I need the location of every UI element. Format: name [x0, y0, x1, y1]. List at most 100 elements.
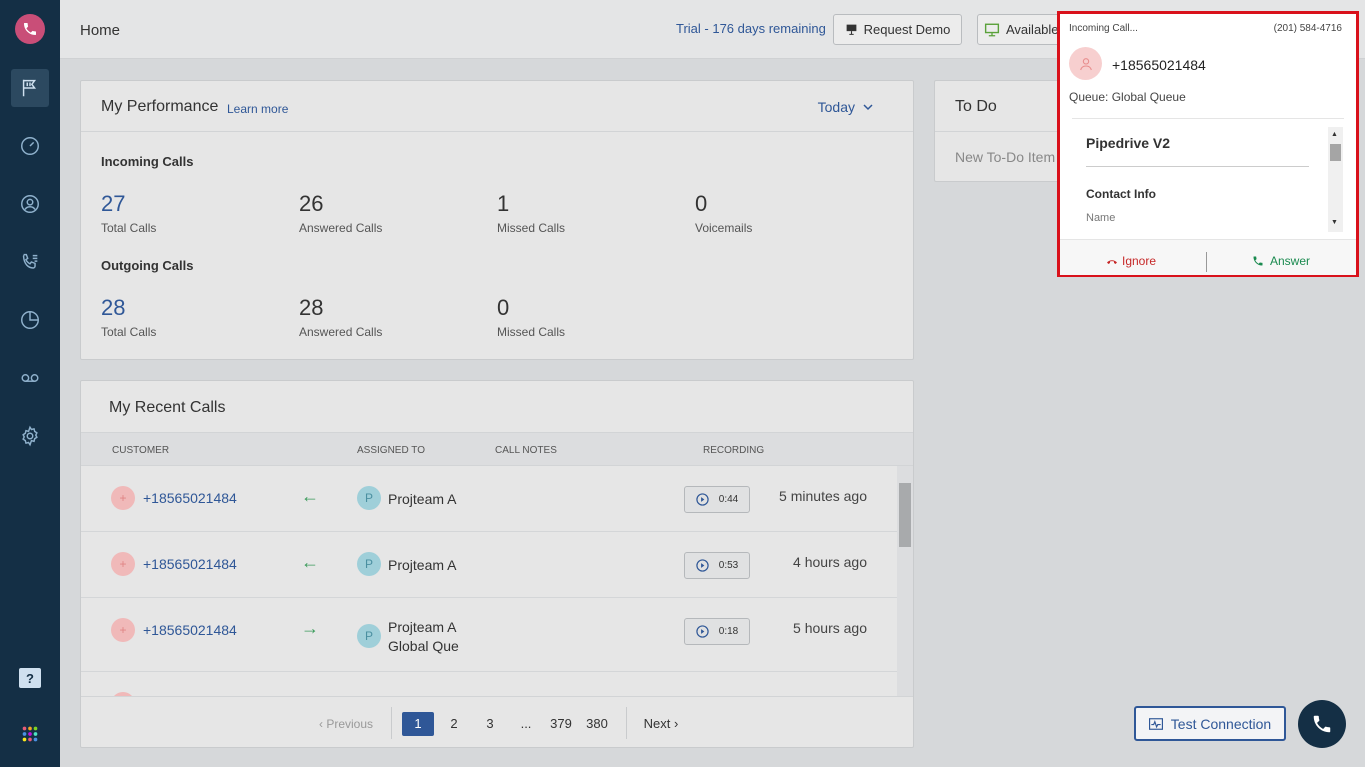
popup-actions: Ignore Answer — [1060, 239, 1356, 275]
customer-avatar: + — [111, 552, 135, 576]
nav-contacts[interactable] — [11, 185, 49, 223]
nav-analytics[interactable] — [11, 301, 49, 339]
nav-voicemail[interactable] — [11, 359, 49, 397]
pulse-icon — [1148, 717, 1163, 730]
incoming-total-stat[interactable]: 27 Total Calls — [101, 191, 156, 235]
apps-grid-button[interactable] — [11, 715, 49, 753]
call-time: 5 hours ago — [793, 620, 867, 636]
popup-divider — [1072, 118, 1344, 119]
dialer-button[interactable] — [1298, 700, 1346, 748]
stat-label: Answered Calls — [299, 325, 383, 339]
recording-duration: 0:18 — [718, 626, 739, 637]
period-dropdown[interactable]: Today — [818, 99, 873, 115]
availability-label: Available — [1006, 22, 1059, 37]
page-3-button[interactable]: 3 — [479, 712, 501, 736]
outgoing-total-stat[interactable]: 28 Total Calls — [101, 295, 156, 339]
pagination: ‹ Previous 1 2 3 ... 379 380 Next › — [81, 696, 913, 748]
customer-avatar: + — [111, 486, 135, 510]
customer-number[interactable]: +18565021484 — [143, 490, 237, 506]
col-recording: RECORDING — [703, 445, 765, 456]
nav-settings[interactable] — [11, 417, 49, 455]
stat-value: 28 — [101, 295, 126, 320]
learn-more-link[interactable]: Learn more — [227, 102, 288, 116]
outgoing-calls-label: Outgoing Calls — [101, 258, 194, 273]
previous-page-button[interactable]: ‹ Previous — [315, 712, 377, 736]
outgoing-missed-stat: 0 Missed Calls — [497, 295, 565, 339]
queue-label: Queue: Global Queue — [1069, 90, 1186, 104]
col-notes: CALL NOTES — [495, 445, 557, 456]
test-connection-label: Test Connection — [1170, 715, 1272, 732]
play-recording-button[interactable]: 0:53 — [684, 552, 750, 579]
play-icon — [696, 625, 709, 638]
table-row[interactable]: + +18565021484 ← P Projteam A 0:44 5 min… — [81, 466, 897, 532]
table-row[interactable] — [81, 672, 897, 696]
incoming-answered-stat: 26 Answered Calls — [299, 191, 382, 235]
settings-icon — [22, 425, 38, 447]
caller-avatar — [1069, 47, 1102, 80]
nav-call-log[interactable] — [11, 243, 49, 281]
help-button[interactable]: ? — [11, 659, 49, 697]
assignee-avatar: P — [357, 624, 381, 648]
popup-scrollbar[interactable] — [1328, 127, 1343, 232]
stat-value: 28 — [299, 295, 324, 320]
stat-value: 0 — [695, 191, 708, 216]
page-379-button[interactable]: 379 — [547, 712, 575, 736]
play-recording-button[interactable]: 0:18 — [684, 618, 750, 645]
page-380-button[interactable]: 380 — [583, 712, 611, 736]
calls-scrollbar-thumb[interactable] — [899, 483, 911, 547]
customer-number[interactable]: +18565021484 — [143, 622, 237, 638]
test-connection-button[interactable]: Test Connection — [1134, 706, 1286, 741]
stat-value: 0 — [497, 295, 510, 320]
apps-grid-icon — [22, 726, 38, 742]
help-icon: ? — [19, 668, 41, 688]
scroll-down-icon[interactable]: ▼ — [1331, 219, 1338, 226]
table-row[interactable]: + +18565021484 → P Projteam A Global Que… — [81, 598, 897, 672]
app-logo[interactable] — [15, 14, 45, 44]
call-time: 5 minutes ago — [779, 488, 867, 504]
col-assigned: ASSIGNED TO — [357, 445, 425, 456]
table-row[interactable]: + +18565021484 ← P Projteam A 0:53 4 hou… — [81, 532, 897, 598]
recent-calls-card: My Recent Calls CUSTOMER ASSIGNED TO CAL… — [80, 380, 914, 748]
popup-scrollbar-thumb[interactable] — [1330, 144, 1341, 161]
ignore-label: Ignore — [1122, 254, 1157, 268]
phone-answer-icon — [1253, 256, 1263, 266]
answer-button[interactable]: Answer — [1252, 254, 1310, 268]
calls-list: + +18565021484 ← P Projteam A 0:44 5 min… — [81, 466, 897, 696]
stat-label: Missed Calls — [497, 221, 566, 235]
request-demo-button[interactable]: Request Demo — [833, 14, 962, 45]
stat-label: Missed Calls — [497, 325, 566, 339]
outbound-arrow-icon: → — [301, 618, 319, 638]
assignee-name: Projteam A — [388, 557, 457, 573]
trial-link[interactable]: Trial - 176 days remaining — [676, 21, 826, 36]
incoming-call-popup: Incoming Call... (201) 584-4716 +1856502… — [1057, 11, 1359, 277]
actions-divider — [1206, 252, 1207, 272]
next-page-button[interactable]: Next › — [637, 712, 685, 736]
own-number: (201) 584-4716 — [1273, 23, 1342, 34]
contacts-icon — [21, 195, 39, 213]
assignee-name: Projteam A Global Que — [388, 618, 459, 656]
name-field-label: Name — [1086, 212, 1116, 224]
new-todo-input[interactable]: New To-Do Item — [955, 149, 1055, 165]
hang-up-icon — [1107, 260, 1117, 264]
performance-card: My Performance Learn more Today Incoming… — [80, 80, 914, 360]
scroll-up-icon[interactable]: ▲ — [1331, 131, 1338, 138]
page-1-button[interactable]: 1 — [402, 712, 434, 736]
stat-label: Voicemails — [695, 221, 753, 235]
page-2-button[interactable]: 2 — [443, 712, 465, 736]
phone-icon — [1313, 715, 1331, 733]
inbound-arrow-icon: ← — [301, 486, 319, 506]
crm-title: Pipedrive V2 — [1086, 135, 1171, 151]
assignee-queue-line2: Global Que — [388, 638, 459, 654]
ignore-button[interactable]: Ignore — [1106, 254, 1156, 268]
nav-dashboard[interactable] — [11, 127, 49, 165]
incoming-call-label: Incoming Call... — [1069, 23, 1138, 34]
performance-header: My Performance Learn more Today — [81, 81, 913, 132]
stat-label: Total Calls — [101, 221, 157, 235]
crm-divider — [1086, 166, 1309, 167]
assignee-avatar: P — [357, 552, 381, 576]
call-log-icon — [22, 253, 38, 269]
play-recording-button[interactable]: 0:44 — [684, 486, 750, 513]
nav-home[interactable] — [11, 69, 49, 107]
customer-number[interactable]: +18565021484 — [143, 556, 237, 572]
customer-avatar: + — [111, 618, 135, 642]
